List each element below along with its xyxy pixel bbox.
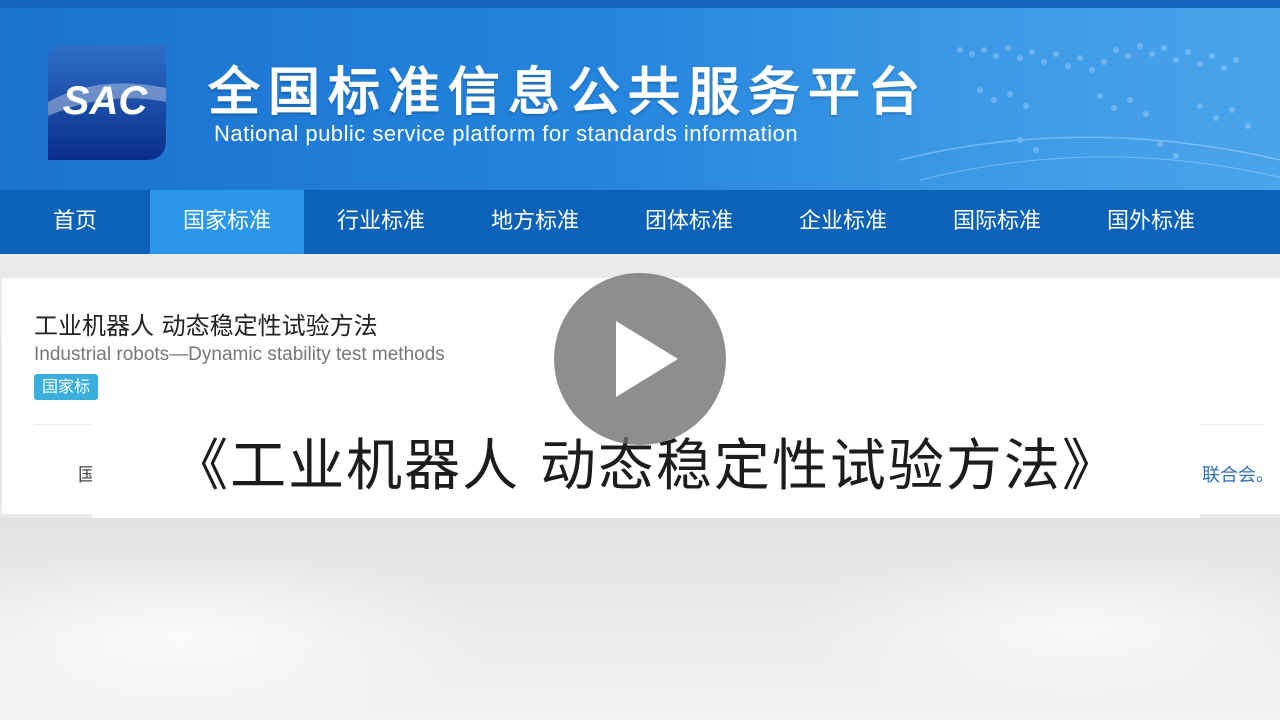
nav-item-international-standards[interactable]: 国际标准: [920, 190, 1074, 254]
nav-item-group-standards[interactable]: 团体标准: [612, 190, 766, 254]
logo-text: SAC: [63, 79, 149, 123]
nav-item-enterprise-standards[interactable]: 企业标准: [766, 190, 920, 254]
standard-type-badge: 国家标: [34, 374, 99, 400]
nav-item-local-standards[interactable]: 地方标准: [458, 190, 612, 254]
site-header: SAC 全国标准信息公共服务平台 National public service…: [0, 0, 1280, 190]
description-text-end: 联合会。: [1202, 465, 1274, 486]
header-top-strip: [0, 0, 1280, 8]
page: SAC 全国标准信息公共服务平台 National public service…: [0, 0, 1280, 720]
nav-item-technical[interactable]: 技术: [1228, 190, 1280, 254]
world-map-decoration: [900, 43, 1280, 181]
nav-item-industry-standards[interactable]: 行业标准: [304, 190, 458, 254]
background-blur: [0, 518, 1280, 720]
nav-item-home[interactable]: 首页: [0, 190, 150, 254]
nav-item-national-standards[interactable]: 国家标准: [150, 190, 304, 254]
standard-title: 工业机器人 动态稳定性试验方法: [34, 312, 378, 340]
standard-title-en: Industrial robots—Dynamic stability test…: [34, 344, 445, 365]
main-nav: 首页 国家标准 行业标准 地方标准 团体标准 企业标准 国际标准 国外标准 技术: [0, 190, 1280, 254]
nav-item-foreign-standards[interactable]: 国外标准: [1074, 190, 1228, 254]
sac-logo: SAC: [48, 44, 166, 160]
site-title-en: National public service platform for sta…: [214, 121, 799, 146]
play-icon: [616, 321, 678, 397]
site-title-cn: 全国标准信息公共服务平台: [208, 63, 929, 123]
play-button[interactable]: [554, 273, 726, 445]
